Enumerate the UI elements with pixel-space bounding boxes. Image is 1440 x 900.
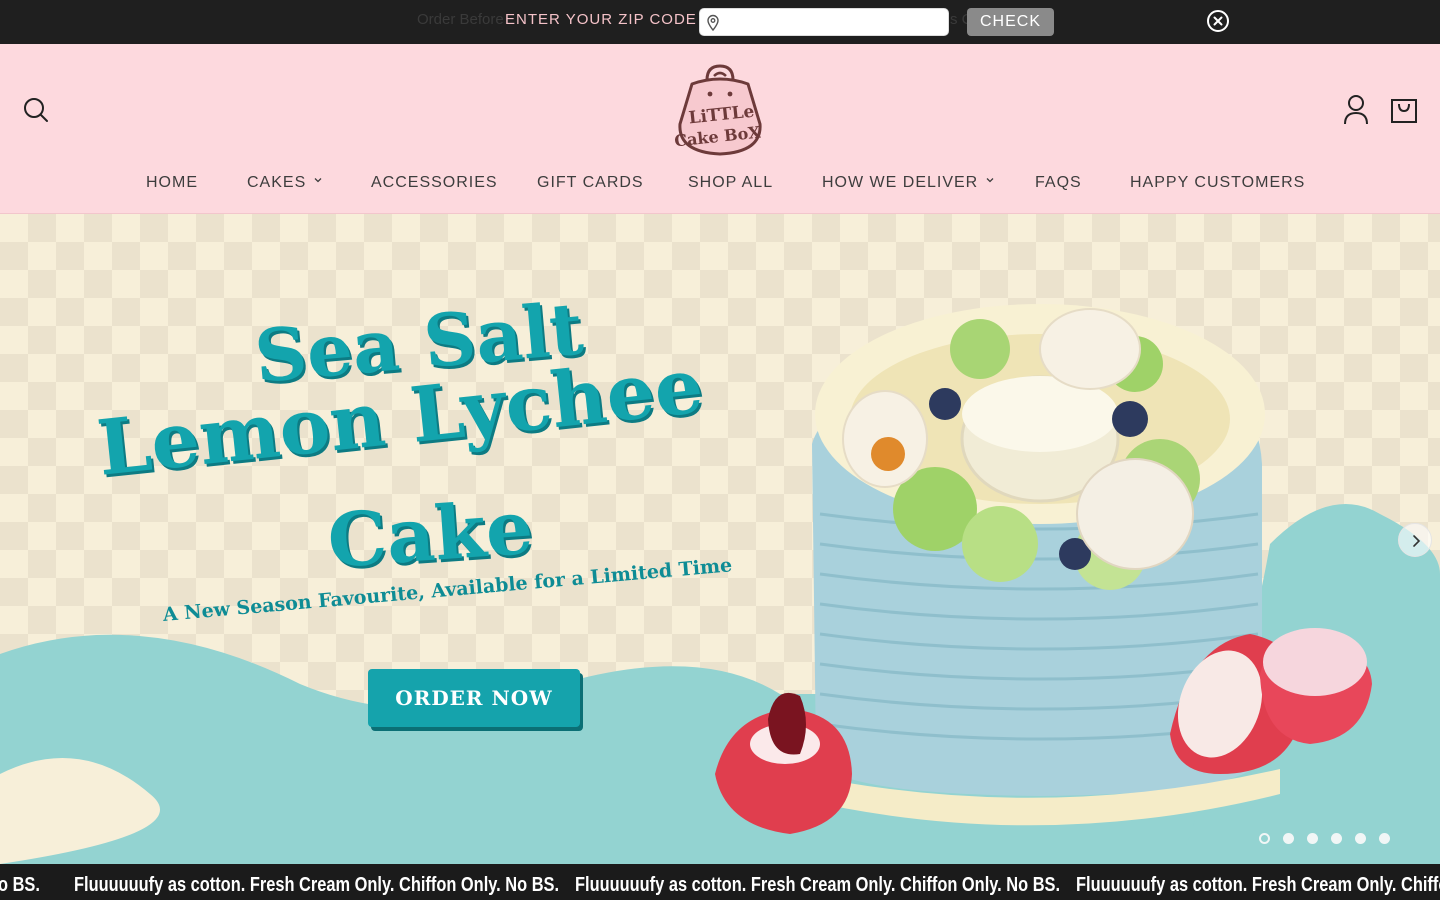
slide-dot-2[interactable] <box>1283 833 1294 844</box>
close-icon[interactable] <box>1206 9 1230 33</box>
zip-code-field[interactable] <box>699 8 949 36</box>
nav-label: HAPPY CUSTOMERS <box>1130 174 1306 191</box>
shopping-bag-icon[interactable] <box>1390 94 1418 124</box>
slide-dot-1[interactable] <box>1259 833 1270 844</box>
nav-item-home[interactable]: HOME <box>146 174 198 192</box>
nav-label: FAQS <box>1035 174 1082 191</box>
marquee-text: Fluuuuuufy as cotton. Fresh Cream Only. … <box>1076 874 1440 896</box>
order-now-button[interactable]: ORDER NOW <box>368 669 580 727</box>
zip-check-bar: Order Before s C ENTER YOUR ZIP CODE CHE… <box>0 0 1440 44</box>
chevron-right-icon <box>1413 535 1421 547</box>
slide-dot-5[interactable] <box>1355 833 1366 844</box>
check-zip-button[interactable]: CHECK <box>967 8 1054 36</box>
nav-item-faqs[interactable]: FAQS <box>1035 174 1082 192</box>
little-cake-box-logo[interactable]: LiTTLe Cake BoX <box>674 62 766 158</box>
main-navigation: HOME CAKES ACCESSORIES GIFT CARDS SHOP A… <box>0 174 1440 198</box>
zip-code-input[interactable] <box>724 11 944 33</box>
slide-dot-3[interactable] <box>1307 833 1318 844</box>
zip-code-label: ENTER YOUR ZIP CODE <box>505 11 697 28</box>
chevron-down-icon <box>314 178 322 183</box>
search-icon[interactable] <box>22 96 52 126</box>
chevron-down-icon <box>986 178 994 183</box>
nav-item-cakes[interactable]: CAKES <box>247 174 322 192</box>
announcement-text-left: Order Before <box>417 11 504 28</box>
nav-item-how-we-deliver[interactable]: HOW WE DELIVER <box>822 174 994 192</box>
nav-label: HOME <box>146 174 198 191</box>
marquee-text: Fluuuuuufy as cotton. Fresh Cream Only. … <box>575 874 1061 896</box>
hero-headline-line3: Cake <box>325 484 536 585</box>
nav-item-gift-cards[interactable]: GIFT CARDS <box>537 174 644 192</box>
map-pin-icon <box>707 14 719 32</box>
hero-slideshow[interactable]: Sea Salt Lemon Lychee Cake A New Season … <box>0 214 1440 864</box>
slide-dot-4[interactable] <box>1331 833 1342 844</box>
nav-item-happy-customers[interactable]: HAPPY CUSTOMERS <box>1130 174 1305 192</box>
site-header: LiTTLe Cake BoX HOME CAKES ACCESSORIES G… <box>0 44 1440 214</box>
marquee-text: Fluuuuuufy as cotton. Fresh Cream Only. … <box>74 874 560 896</box>
nav-label: ACCESSORIES <box>371 174 498 191</box>
hero-illustration <box>0 304 1440 864</box>
nav-item-accessories[interactable]: ACCESSORIES <box>371 174 498 192</box>
nav-label: GIFT CARDS <box>537 174 644 191</box>
marquee-fragment: o BS. <box>0 874 40 896</box>
nav-label: SHOP ALL <box>688 174 774 191</box>
nav-item-shop-all[interactable]: SHOP ALL <box>688 174 773 192</box>
slide-next-button[interactable] <box>1398 523 1432 557</box>
user-icon[interactable] <box>1342 94 1370 126</box>
nav-label: HOW WE DELIVER <box>822 174 979 191</box>
announcement-marquee: o BS. Fluuuuuufy as cotton. Fresh Cream … <box>0 864 1440 900</box>
nav-label: CAKES <box>247 174 307 191</box>
slide-dot-6[interactable] <box>1379 833 1390 844</box>
